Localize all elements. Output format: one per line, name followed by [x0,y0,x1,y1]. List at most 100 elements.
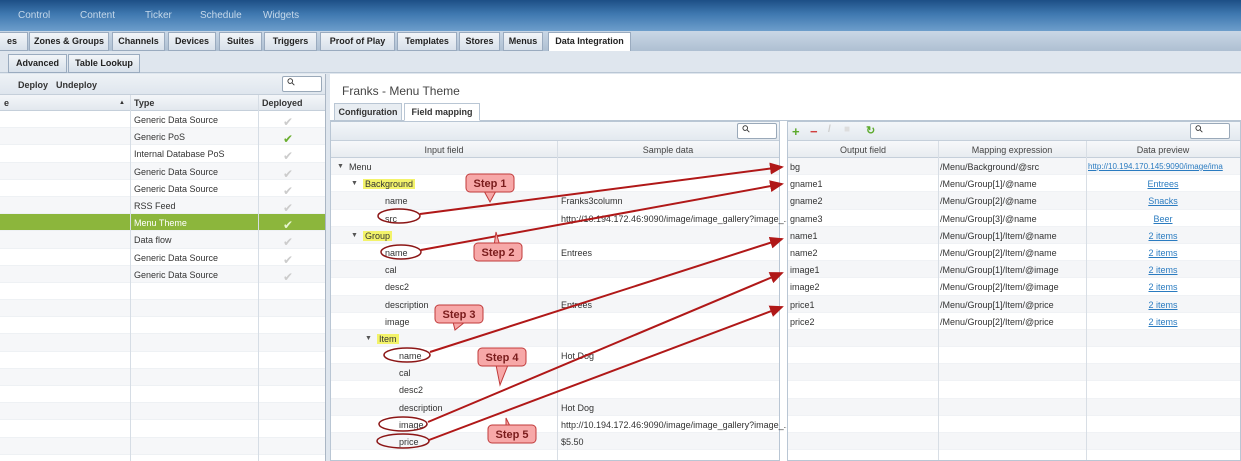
output-field-row[interactable]: gname1/Menu/Group[1]/@name Entrees [788,175,1240,193]
output-field-row[interactable]: name2/Menu/Group[2]/Item/@name 2 items [788,244,1240,262]
undeploy-button[interactable]: Undeploy [56,80,97,90]
input-field-row[interactable]: image http://10.194.172.46:9090/image/ima… [331,416,791,433]
copy-icon[interactable]: ■ [844,124,850,135]
left-search-input[interactable] [282,76,322,92]
input-field-row[interactable]: desc2 [331,278,779,296]
output-search[interactable] [1190,123,1230,139]
remove-icon[interactable]: − [810,124,818,139]
data-preview-link[interactable]: Entrees [1086,179,1240,189]
output-field-row[interactable]: gname3/Menu/Group[3]/@name Beer [788,210,1240,227]
col-type[interactable]: Type [134,98,154,108]
output-field-row[interactable]: gname2/Menu/Group[2]/@name Snacks [788,192,1240,210]
table-row[interactable]: Generic Data Source ✔ [0,265,325,284]
check-icon: ✔ [283,115,294,129]
tab-zones-groups[interactable]: Zones & Groups [29,32,109,51]
output-field-row[interactable]: price1/Menu/Group[1]/Item/@price 2 items [788,295,1240,313]
expand-triangle-icon[interactable]: ▼ [365,335,372,342]
output-field-row[interactable]: bg/Menu/Background/@src http://10.194.170… [788,158,1240,176]
input-field-row[interactable]: description Hot Dog [331,398,779,416]
data-preview-link[interactable]: 2 items [1086,265,1240,275]
refresh-icon[interactable]: ↻ [866,124,875,137]
edit-icon[interactable]: / [828,124,831,135]
input-field-row[interactable]: src http://10.194.172.46:9090/image/image… [331,210,791,227]
tab-data-integration[interactable]: Data Integration [548,32,631,51]
output-field-row [788,416,1240,433]
output-field: image1 [790,265,820,276]
table-row[interactable]: Generic Data Source ✔ [0,111,325,129]
deploy-button[interactable]: Deploy [18,80,48,90]
input-field-row[interactable]: ▼ Group [331,226,779,244]
col-deployed[interactable]: Deployed [262,98,303,108]
expand-triangle-icon[interactable]: ▼ [351,180,358,187]
data-preview-link[interactable]: 2 items [1086,282,1240,292]
input-field-row[interactable]: name Entrees [331,244,779,262]
data-preview-link[interactable]: 2 items [1086,317,1240,327]
left-table-header: e ▲ Type Deployed [0,95,325,111]
input-field-row[interactable]: name Franks3column [331,192,779,210]
input-field-row[interactable]: image [331,313,779,330]
input-field-name: description [385,299,429,310]
tab-table-lookup[interactable]: Table Lookup [68,54,140,73]
table-row[interactable]: Generic PoS ✔ [0,128,325,146]
nav-widgets[interactable]: Widgets [263,10,299,21]
check-icon: ✔ [283,200,294,215]
tab-channels[interactable]: Channels [112,32,165,51]
output-field-row[interactable]: image1/Menu/Group[1]/Item/@image 2 items [788,261,1240,279]
input-search[interactable] [737,123,777,139]
data-preview-link[interactable]: 2 items [1086,300,1240,310]
output-field: image2 [790,282,820,293]
table-row[interactable]: Generic Data Source ✔ [0,180,325,198]
check-icon: ✔ [283,183,294,198]
output-field-row[interactable]: price2/Menu/Group[2]/Item/@price 2 items [788,313,1240,330]
table-row[interactable]: Generic Data Source ✔ [0,249,325,267]
tab-suites[interactable]: Suites [219,32,262,51]
table-row[interactable]: Internal Database PoS ✔ [0,145,325,163]
input-field-row[interactable]: price $5.50 [331,433,779,451]
add-icon[interactable]: + [792,124,800,139]
tab-field-mapping[interactable]: Field mapping [404,103,480,121]
input-field-row[interactable]: ▼ Item [331,329,779,348]
expand-triangle-icon[interactable]: ▼ [351,232,358,239]
output-field-row[interactable]: image2/Menu/Group[2]/Item/@image 2 items [788,278,1240,296]
sort-asc-icon[interactable]: ▲ [119,100,125,106]
tab-configuration[interactable]: Configuration [334,103,402,121]
input-field-row[interactable]: cal [331,364,779,382]
data-preview-link[interactable]: 2 items [1086,248,1240,258]
expand-triangle-icon[interactable]: ▼ [337,163,344,170]
output-field-row [788,381,1240,399]
input-field-row[interactable]: description Entrees [331,295,779,313]
data-preview-link[interactable]: Beer [1086,214,1240,224]
input-field-row[interactable]: ▼ Background [331,175,779,193]
table-row[interactable]: Menu Theme ✔ [0,214,325,232]
input-field-pane: Input field Sample data ▼ Menu ▼ Background… [330,121,791,461]
output-field-pane: + − / ■ ↻ Output field Mapping expressio… [787,121,1241,461]
nav-control[interactable]: Control [18,10,50,21]
input-field-row[interactable]: desc2 [331,381,779,399]
output-field-row [788,433,1240,451]
tab-stores[interactable]: Stores [459,32,500,51]
row-type: Menu Theme [134,218,187,229]
tab-advanced[interactable]: Advanced [8,54,67,73]
tab-templates[interactable]: Templates [397,32,457,51]
tab-proof-of-play[interactable]: Proof of Play [320,32,395,51]
mapping-expression: /Menu/Group[1]/Item/@price [940,299,1054,310]
table-row[interactable]: Data flow ✔ [0,231,325,249]
nav-schedule[interactable]: Schedule [200,10,242,21]
data-preview-link[interactable]: 2 items [1086,231,1240,241]
tab-devices[interactable]: Devices [168,32,216,51]
data-preview-link[interactable]: Snacks [1086,196,1240,206]
tab-triggers[interactable]: Triggers [264,32,317,51]
table-row[interactable]: Generic Data Source ✔ [0,162,325,181]
tab-es[interactable]: es [0,32,28,51]
col-name[interactable]: e [4,98,9,108]
input-field-row[interactable]: name Hot Dog [331,347,779,365]
input-field-row[interactable]: cal [331,261,779,279]
input-field-row[interactable]: ▼ Menu [331,158,779,176]
nav-content[interactable]: Content [80,10,115,21]
nav-ticker[interactable]: Ticker [145,10,172,21]
output-field: bg [790,162,801,172]
table-row[interactable]: RSS Feed ✔ [0,196,325,215]
output-field-row[interactable]: name1/Menu/Group[1]/Item/@name 2 items [788,226,1240,244]
tab-menus[interactable]: Menus [503,32,543,51]
data-preview-link[interactable]: http://10.194.170.145:9090/image/ima [1088,162,1223,171]
